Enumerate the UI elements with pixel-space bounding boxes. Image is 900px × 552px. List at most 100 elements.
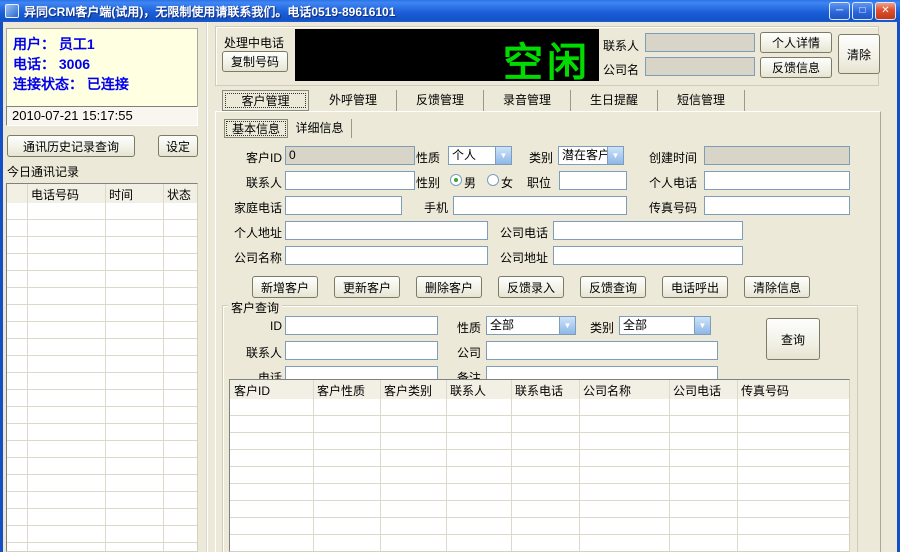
company-name-field bbox=[645, 57, 755, 76]
fax-label: 传真号码 bbox=[648, 201, 697, 215]
window-title: 异同CRM客户端(试用)，无限制使用请联系我们。电话0519-89616101 bbox=[24, 4, 396, 19]
call-log-col-time: 时间 bbox=[109, 188, 134, 202]
created-time-label: 创建时间 bbox=[648, 151, 697, 165]
company-name-label: 公司名 bbox=[603, 63, 640, 77]
title-bar: 异同CRM客户端(试用)，无限制使用请联系我们。电话0519-89616101 … bbox=[0, 0, 900, 22]
call-status-text: 空闲 bbox=[503, 40, 591, 86]
feedback-info-button[interactable]: 反馈信息 bbox=[760, 57, 832, 78]
search-button[interactable]: 查询 bbox=[766, 318, 820, 360]
company-phone-field[interactable] bbox=[553, 221, 743, 240]
today-log-label: 今日通讯记录 bbox=[7, 165, 80, 179]
result-col-contact: 联系人 bbox=[450, 384, 487, 398]
result-col-phone: 联系电话 bbox=[515, 384, 564, 398]
update-customer-button[interactable]: 更新客户 bbox=[334, 276, 400, 298]
chevron-down-icon[interactable]: ▼ bbox=[607, 147, 623, 164]
call-history-button[interactable]: 通讯历史记录查询 bbox=[7, 135, 135, 157]
personal-detail-button[interactable]: 个人详情 bbox=[760, 32, 832, 53]
dial-out-button[interactable]: 电话呼出 bbox=[662, 276, 728, 298]
category-select[interactable]: 潜在客户 ▼ bbox=[558, 146, 624, 165]
gender-male-label: 男 bbox=[464, 176, 477, 190]
connection-status-line: 连接状态： 已连接 bbox=[13, 76, 129, 92]
company-name-form-label: 公司名称 bbox=[233, 251, 282, 265]
sidebar-divider bbox=[206, 22, 208, 552]
contact-name-label: 联系人 bbox=[603, 39, 640, 53]
query-contact-field[interactable] bbox=[285, 341, 438, 360]
personal-phone-label: 个人电话 bbox=[648, 176, 697, 190]
gender-male-radio[interactable] bbox=[450, 174, 462, 186]
query-company-field[interactable] bbox=[486, 341, 718, 360]
fax-field[interactable] bbox=[704, 196, 850, 215]
personal-phone-field[interactable] bbox=[704, 171, 850, 190]
timestamp-display: 2010-07-21 15:17:55 bbox=[6, 106, 198, 126]
mobile-field[interactable] bbox=[453, 196, 627, 215]
call-log-col-status: 状态 bbox=[167, 188, 192, 202]
gender-female-radio[interactable] bbox=[487, 174, 499, 186]
app-icon bbox=[5, 4, 19, 18]
tab-sms-mgmt[interactable]: 短信管理 bbox=[658, 90, 745, 111]
query-id-field[interactable] bbox=[285, 316, 438, 335]
maximize-button[interactable]: □ bbox=[852, 2, 873, 20]
query-category-select[interactable]: 全部 ▼ bbox=[619, 316, 711, 335]
personal-address-label: 个人地址 bbox=[233, 226, 282, 240]
call-log-col-phone: 电话号码 bbox=[31, 188, 80, 202]
contact-label: 联系人 bbox=[245, 176, 282, 190]
call-log-rows[interactable] bbox=[7, 203, 197, 551]
category-label: 类别 bbox=[528, 151, 553, 165]
result-col-fax: 传真号码 bbox=[741, 384, 790, 398]
minimize-button[interactable]: ─ bbox=[829, 2, 850, 20]
crm-window: 异同CRM客户端(试用)，无限制使用请联系我们。电话0519-89616101 … bbox=[0, 0, 900, 552]
home-phone-label: 家庭电话 bbox=[233, 201, 282, 215]
delete-customer-button[interactable]: 删除客户 bbox=[416, 276, 482, 298]
result-col-company-phone: 公司电话 bbox=[673, 384, 722, 398]
customer-id-label: 客户ID bbox=[245, 151, 282, 165]
nature-label: 性质 bbox=[415, 151, 440, 165]
query-contact-label: 联系人 bbox=[245, 346, 282, 360]
call-status-display: 空闲 bbox=[295, 29, 599, 86]
customer-query-group-label: 客户查询 bbox=[228, 299, 283, 316]
chevron-down-icon[interactable]: ▼ bbox=[694, 317, 710, 334]
contact-name-field bbox=[645, 33, 755, 52]
company-address-field[interactable] bbox=[553, 246, 743, 265]
call-log-table: 电话号码 时间 状态 bbox=[6, 183, 198, 552]
processing-call-label: 处理中电话 bbox=[224, 36, 285, 50]
clear-call-button[interactable]: 清除 bbox=[838, 34, 880, 74]
position-field[interactable] bbox=[559, 171, 627, 190]
tab-feedback-mgmt[interactable]: 反馈管理 bbox=[397, 90, 484, 111]
user-line: 用户： 员工1 bbox=[13, 36, 95, 52]
result-col-category: 客户类别 bbox=[384, 384, 433, 398]
result-table-rows[interactable] bbox=[230, 399, 849, 551]
result-col-company: 公司名称 bbox=[583, 384, 632, 398]
query-company-label: 公司 bbox=[456, 346, 481, 360]
result-col-customer-id: 客户ID bbox=[234, 384, 271, 398]
position-label: 职位 bbox=[526, 176, 551, 190]
copy-number-button[interactable]: 复制号码 bbox=[222, 51, 288, 72]
phone-line: 电话： 3006 bbox=[13, 56, 91, 72]
tab-recording-mgmt[interactable]: 录音管理 bbox=[484, 90, 571, 111]
company-phone-label: 公司电话 bbox=[499, 226, 548, 240]
query-id-label: ID bbox=[270, 319, 282, 333]
subtab-basic-info[interactable]: 基本信息 bbox=[224, 119, 288, 138]
personal-address-field[interactable] bbox=[285, 221, 488, 240]
tab-customer-mgmt[interactable]: 客户管理 bbox=[222, 90, 309, 111]
home-phone-field[interactable] bbox=[285, 196, 402, 215]
add-customer-button[interactable]: 新增客户 bbox=[252, 276, 318, 298]
company-name-form-field[interactable] bbox=[285, 246, 488, 265]
clear-info-button[interactable]: 清除信息 bbox=[744, 276, 810, 298]
settings-button[interactable]: 设定 bbox=[158, 135, 198, 157]
created-time-field bbox=[704, 146, 850, 165]
user-info-box: 用户： 员工1 电话： 3006 连接状态： 已连接 bbox=[6, 28, 198, 110]
close-button[interactable]: ✕ bbox=[875, 2, 896, 20]
window-body: 用户： 员工1 电话： 3006 连接状态： 已连接 2010-07-21 15… bbox=[3, 22, 897, 552]
result-col-nature: 客户性质 bbox=[317, 384, 366, 398]
query-result-table: 客户ID 客户性质 客户类别 联系人 联系电话 公司名称 公司电话 传真号码 bbox=[229, 379, 850, 552]
query-category-label: 类别 bbox=[589, 321, 614, 335]
gender-label: 性别 bbox=[415, 176, 440, 190]
query-nature-select[interactable]: 全部 ▼ bbox=[486, 316, 576, 335]
feedback-query-button[interactable]: 反馈查询 bbox=[580, 276, 646, 298]
subtab-detail-info[interactable]: 详细信息 bbox=[288, 119, 352, 138]
tab-outbound-mgmt[interactable]: 外呼管理 bbox=[310, 90, 397, 111]
tab-birthday-reminder[interactable]: 生日提醒 bbox=[571, 90, 658, 111]
feedback-entry-button[interactable]: 反馈录入 bbox=[498, 276, 564, 298]
query-nature-label: 性质 bbox=[456, 321, 481, 335]
mobile-label: 手机 bbox=[423, 201, 448, 215]
